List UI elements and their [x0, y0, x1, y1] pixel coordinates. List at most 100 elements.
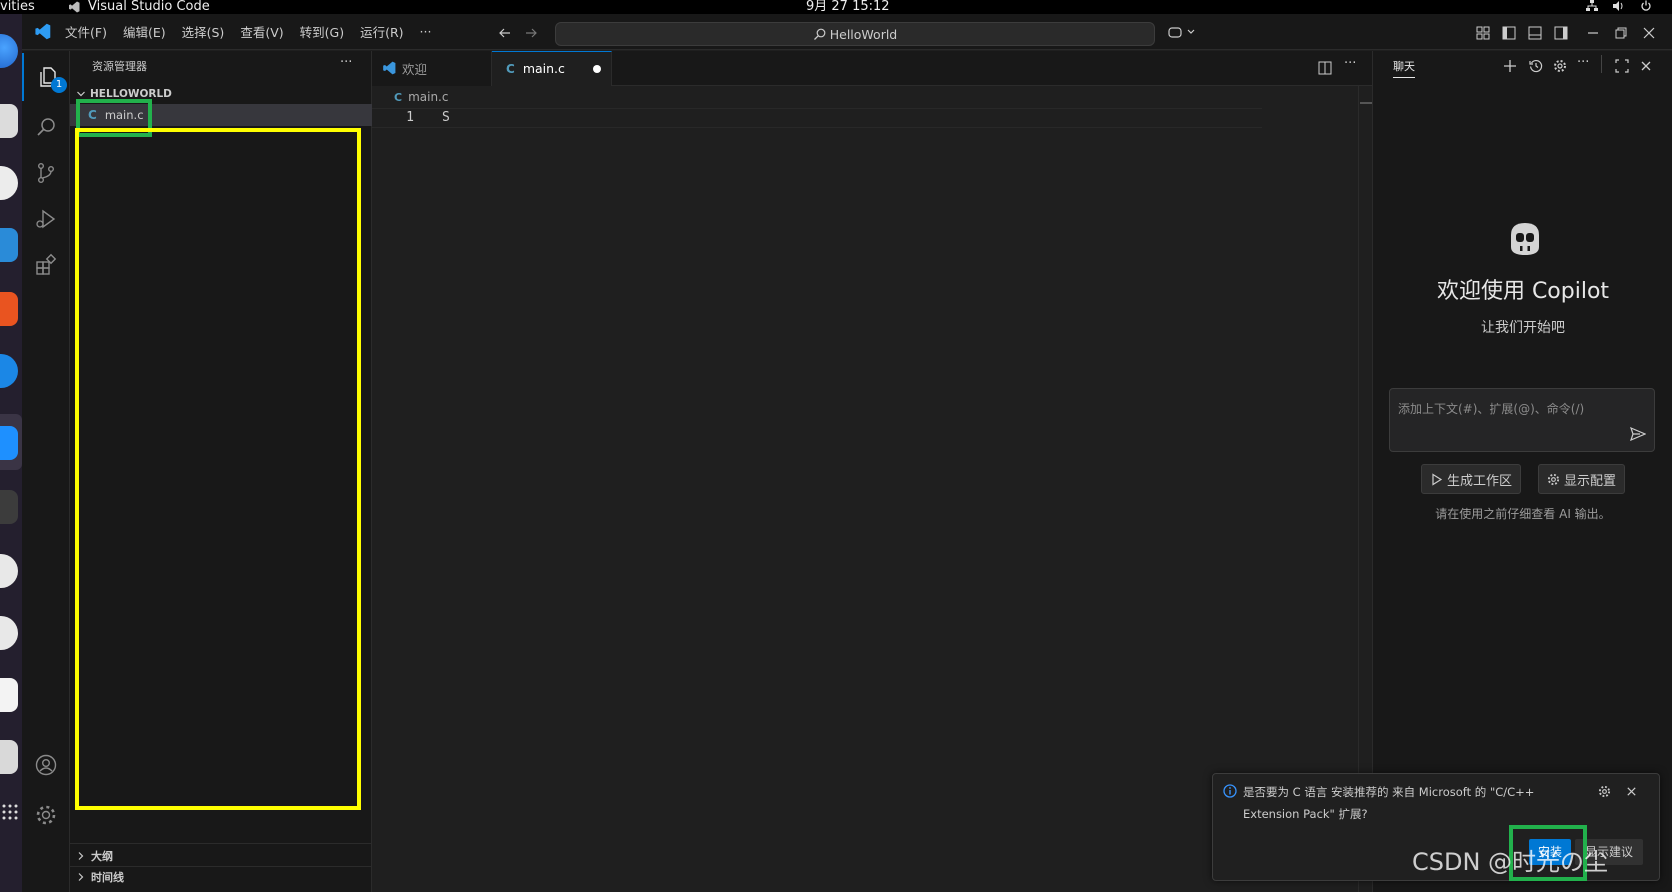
unsaved-dot-icon[interactable]: [593, 64, 601, 73]
vscode-logo-icon: [382, 61, 396, 75]
volume-icon[interactable]: [1612, 0, 1626, 14]
history-icon[interactable]: [1529, 59, 1543, 73]
dock-disc-icon[interactable]: [0, 554, 18, 588]
run-debug-activity[interactable]: [22, 195, 70, 243]
menu-go[interactable]: 转到(G): [300, 22, 344, 41]
close-panel-icon[interactable]: [1639, 59, 1653, 73]
code-editor[interactable]: C main.c 1 S: [372, 86, 1372, 892]
yellow-highlight-box: [75, 128, 361, 810]
timeline-section[interactable]: 时间线: [70, 867, 372, 887]
search-icon: [34, 115, 58, 139]
accounts-activity[interactable]: [22, 741, 70, 789]
chat-tab-label[interactable]: 聊天: [1393, 58, 1415, 78]
extensions-icon: [34, 253, 58, 277]
current-line-highlight: [372, 108, 1262, 128]
code-line[interactable]: S: [442, 110, 450, 125]
breadcrumb: C main.c: [372, 86, 448, 108]
chat-input-box[interactable]: 添加上下文(#)、扩展(@)、命令(/): [1389, 388, 1655, 452]
timeline-label: 时间线: [91, 871, 124, 884]
chat-more-icon[interactable]: ···: [1577, 55, 1589, 70]
breadcrumb-file[interactable]: main.c: [408, 90, 448, 104]
network-icon[interactable]: [1586, 0, 1600, 14]
notification-close-icon[interactable]: [1625, 785, 1638, 798]
activity-bar: 1: [22, 51, 70, 892]
show-config-button[interactable]: 显示配置: [1538, 464, 1626, 494]
run-debug-icon: [34, 207, 58, 231]
command-center-label: HelloWorld: [829, 26, 898, 42]
customize-layout-icon[interactable]: [1476, 26, 1490, 40]
tab-label: 欢迎: [402, 61, 428, 77]
activities-button[interactable]: vities: [0, 0, 35, 14]
send-icon[interactable]: [1630, 427, 1646, 441]
menu-selection[interactable]: 选择(S): [182, 22, 225, 41]
play-icon: [1430, 472, 1443, 486]
editor-more-actions-icon[interactable]: ···: [1344, 56, 1356, 71]
restore-window-icon[interactable]: [1614, 26, 1628, 40]
editor-scrollbar-track[interactable]: [1358, 86, 1359, 892]
account-icon: [34, 753, 58, 777]
system-top-bar: vities Visual Studio Code 9月 27 15:12: [0, 0, 1672, 14]
dock-vscode-icon[interactable]: [0, 426, 18, 460]
search-activity[interactable]: [22, 103, 70, 151]
minimize-window-icon[interactable]: [1586, 26, 1600, 40]
notification-message-line2: Extension Pack" 扩展?: [1243, 807, 1368, 821]
dock-app-icon[interactable]: [0, 166, 18, 200]
notification-gear-icon[interactable]: [1598, 785, 1611, 798]
button-label: 显示配置: [1564, 473, 1617, 489]
maximize-panel-icon[interactable]: [1615, 59, 1629, 73]
menu-view[interactable]: 查看(V): [240, 22, 283, 41]
dock-app2-icon[interactable]: [0, 740, 18, 774]
split-editor-icon[interactable]: [1318, 61, 1332, 75]
source-control-activity[interactable]: [22, 149, 70, 197]
extensions-activity[interactable]: [22, 241, 70, 289]
dock-files-icon[interactable]: [0, 104, 18, 138]
dock-document-icon[interactable]: [0, 678, 18, 712]
tab-label: main.c: [522, 61, 565, 76]
toggle-secondary-sidebar-icon[interactable]: [1554, 26, 1568, 40]
menu-edit[interactable]: 编辑(E): [123, 22, 166, 41]
ubuntu-dock: [0, 14, 22, 892]
dock-terminal-icon[interactable]: [0, 490, 18, 524]
toolbar-separator: [1601, 55, 1602, 73]
line-number: 1: [406, 110, 414, 125]
chat-input-placeholder: 添加上下文(#)、扩展(@)、命令(/): [1398, 402, 1585, 416]
manage-activity[interactable]: [22, 791, 70, 839]
power-icon[interactable]: [1640, 0, 1654, 14]
nav-forward-icon[interactable]: [524, 26, 540, 40]
system-app-name[interactable]: Visual Studio Code: [88, 0, 210, 14]
dock-software-icon[interactable]: [0, 292, 18, 326]
gear-icon[interactable]: [1553, 59, 1567, 73]
source-control-icon: [34, 161, 58, 185]
dock-disc2-icon[interactable]: [0, 616, 18, 650]
nav-back-icon[interactable]: [498, 26, 514, 40]
button-label: 生成工作区: [1447, 473, 1513, 489]
copilot-chat-panel: 聊天 ··· 欢迎使用 Copilot 让我们开始吧 添加上下文(#)、扩展(@…: [1372, 51, 1672, 892]
notification-message-line1: 是否要为 C 语言 安装推荐的 来自 Microsoft 的 "C/C++: [1243, 785, 1535, 799]
generate-workspace-button[interactable]: 生成工作区: [1421, 464, 1522, 494]
toggle-panel-icon[interactable]: [1528, 26, 1542, 40]
copilot-menu-icon[interactable]: [1168, 25, 1198, 41]
dock-firefox-icon[interactable]: [0, 34, 18, 68]
dock-writer-icon[interactable]: [0, 228, 18, 262]
menu-more[interactable]: ···: [420, 24, 432, 39]
tab-main-c[interactable]: C main.c: [492, 50, 612, 86]
tab-welcome[interactable]: 欢迎: [372, 50, 492, 86]
menu-file[interactable]: 文件(F): [65, 22, 107, 41]
copilot-welcome-subtitle: 让我们开始吧: [1481, 320, 1565, 336]
new-chat-icon[interactable]: [1503, 59, 1517, 73]
toggle-primary-sidebar-icon[interactable]: [1502, 26, 1516, 40]
vscode-app-icon: [68, 1, 82, 13]
outline-section[interactable]: 大纲: [70, 846, 372, 866]
system-clock[interactable]: 9月 27 15:12: [806, 0, 890, 14]
explorer-badge: 1: [51, 77, 67, 93]
explorer-activity[interactable]: 1: [22, 53, 72, 101]
info-icon: [1223, 784, 1237, 798]
menu-run[interactable]: 运行(R): [360, 22, 403, 41]
editor-tab-bar: 欢迎 C main.c ···: [372, 50, 1372, 86]
sidebar-divider: [70, 843, 372, 844]
explorer-more-button[interactable]: ···: [340, 55, 352, 70]
command-center-search[interactable]: HelloWorld: [555, 22, 1155, 46]
show-apps-icon[interactable]: [2, 804, 18, 820]
close-window-icon[interactable]: [1642, 26, 1656, 40]
dock-browser-icon[interactable]: [0, 354, 18, 388]
